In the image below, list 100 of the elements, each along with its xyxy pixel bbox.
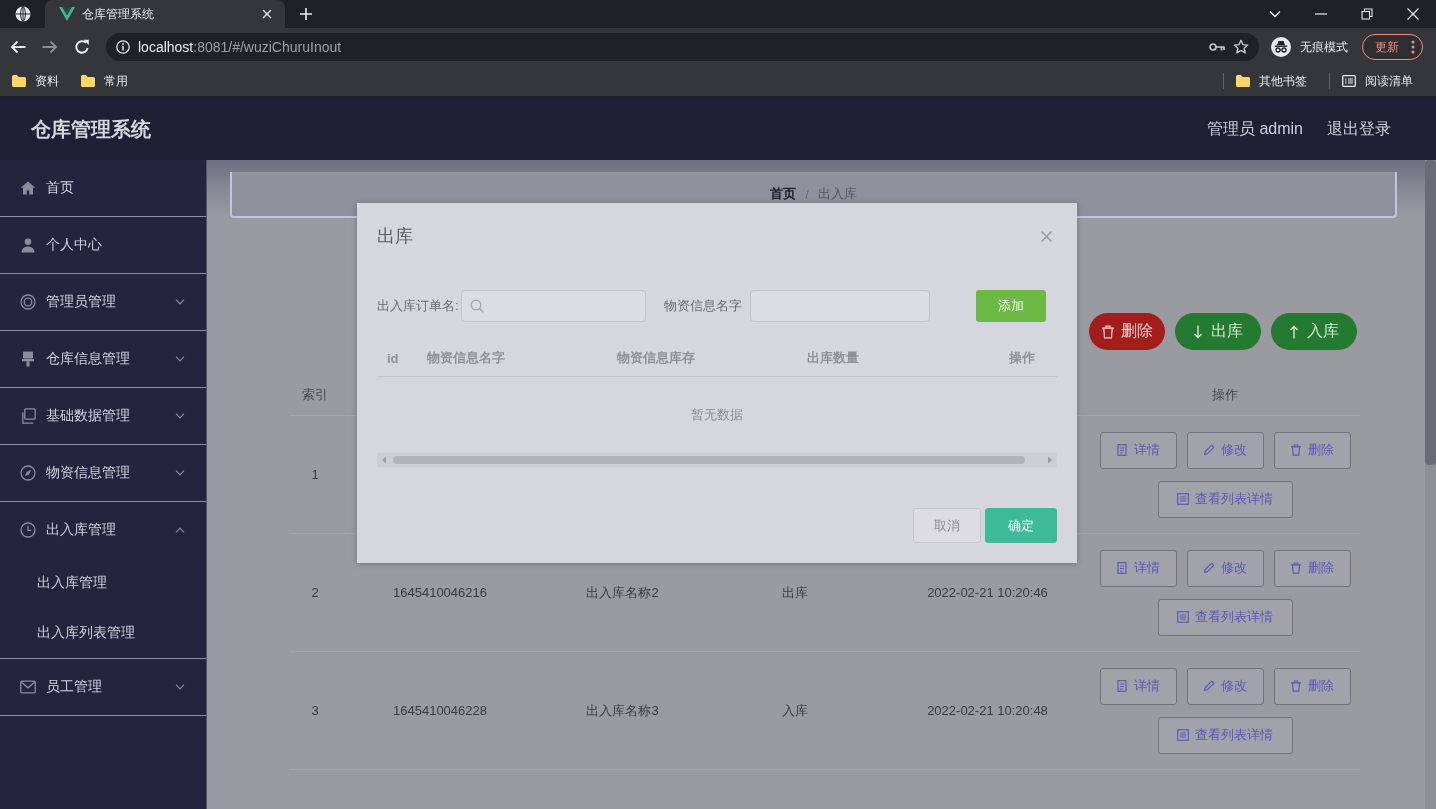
address-bar[interactable]: localhost:8081/#/wuziChuruInout <box>106 33 1259 61</box>
menu-item[interactable]: 个人中心 <box>0 217 206 273</box>
chevron-down-icon[interactable] <box>175 470 185 476</box>
dialog-title: 出库 <box>377 225 413 248</box>
forward-icon[interactable] <box>42 40 58 54</box>
ring-icon <box>20 294 36 310</box>
search-icon <box>469 299 484 313</box>
more-icon <box>1411 40 1415 54</box>
column-header: 操作 <box>1212 386 1238 404</box>
menu-item[interactable]: 基础数据管理 <box>0 388 206 444</box>
chevron-down-icon[interactable] <box>175 356 185 362</box>
table-cell: 2022-02-21 10:20:48 <box>927 703 1048 718</box>
menu-item[interactable]: 管理员管理 <box>0 274 206 330</box>
trash-icon <box>1290 680 1302 692</box>
pen-icon <box>1203 680 1215 692</box>
menu-item[interactable]: 物资信息管理 <box>0 445 206 501</box>
folder-icon <box>1236 75 1250 87</box>
field-label: 物资信息名字 <box>663 297 742 315</box>
update-button[interactable]: 更新 <box>1362 34 1423 60</box>
reading-list-icon <box>1342 75 1356 87</box>
toolbar-button[interactable]: 出库 <box>1175 313 1261 350</box>
chevron-down-icon[interactable] <box>175 299 185 305</box>
submenu-item[interactable]: 出入库管理 <box>0 558 206 608</box>
mail-icon <box>20 680 36 694</box>
reload-icon[interactable] <box>74 39 90 55</box>
v-logo-icon <box>59 7 75 21</box>
table-cell: 1 <box>311 467 319 482</box>
app-title: 仓库管理系统 <box>31 116 151 142</box>
table-cell: 2 <box>311 585 319 600</box>
list-icon <box>1177 729 1189 741</box>
bookmark-folder[interactable]: 常用 <box>75 69 134 93</box>
menu-item[interactable]: 首页 <box>0 160 206 216</box>
menu-item[interactable]: 员工管理 <box>0 659 206 715</box>
pen-icon <box>1203 444 1215 456</box>
table-cell: 入库 <box>782 701 808 720</box>
scrollbar[interactable] <box>377 453 1057 467</box>
breadcrumb-link[interactable]: 首页 <box>770 185 797 203</box>
info-icon[interactable] <box>116 40 130 54</box>
table-cell: 1645410046216 <box>393 585 487 600</box>
scrollbar[interactable] <box>1425 160 1436 809</box>
key-icon[interactable] <box>1209 42 1225 52</box>
copy-icon <box>20 408 36 424</box>
column-header: 出库数量 <box>807 349 860 367</box>
submenu-item[interactable]: 出入库列表管理 <box>0 608 206 658</box>
bookmark-folder[interactable]: 其他书签 <box>1230 69 1313 93</box>
toolbar-button[interactable]: 入库 <box>1271 313 1357 350</box>
plus-icon[interactable] <box>299 7 313 21</box>
reading-list-button[interactable]: 阅读清单 <box>1336 69 1419 93</box>
column-header: 物资信息库存 <box>617 349 696 367</box>
table-cell: 出库 <box>782 583 808 602</box>
globe-icon <box>14 6 31 22</box>
folder-icon <box>12 75 26 87</box>
arrow-down-icon <box>1193 324 1203 339</box>
delete-button[interactable]: 删除 <box>1089 313 1165 350</box>
user-label: 管理员 admin <box>1206 118 1303 139</box>
table-cell: 出入库名称3 <box>586 701 659 720</box>
breadcrumb-separator: / <box>805 186 809 202</box>
trash-icon <box>1290 444 1302 456</box>
search-field[interactable] <box>460 290 646 322</box>
menu-item[interactable]: 仓库信息管理 <box>0 331 206 387</box>
column-header: 操作 <box>1009 349 1036 367</box>
document-icon <box>1116 680 1128 692</box>
column-header: 索引 <box>302 386 328 404</box>
trash-icon <box>1101 324 1115 339</box>
table-cell: 2022-02-21 10:20:46 <box>927 585 1048 600</box>
column-header: id <box>387 350 400 366</box>
document-icon <box>1116 562 1128 574</box>
chevron-up-icon[interactable] <box>175 527 185 533</box>
pen-icon <box>1203 562 1215 574</box>
stamp-icon <box>20 351 36 367</box>
browser-tab[interactable]: 仓库管理系统 <box>45 0 285 28</box>
logout-link[interactable]: 退出登录 <box>1327 118 1391 140</box>
folder-icon <box>81 75 95 87</box>
breadcrumb-current: 出入库 <box>817 185 857 203</box>
table-cell: 1645410046228 <box>393 703 487 718</box>
chevron-down-icon[interactable] <box>175 684 185 690</box>
table-cell: 3 <box>311 703 319 718</box>
user-icon <box>20 237 36 253</box>
document-icon <box>1116 444 1128 456</box>
restore-icon[interactable] <box>1361 8 1373 20</box>
list-icon <box>1177 493 1189 505</box>
menu-item[interactable]: 出入库管理 <box>0 502 206 558</box>
chevron-down-icon[interactable] <box>175 413 185 419</box>
incognito-icon[interactable] <box>1271 37 1291 57</box>
star-icon[interactable] <box>1233 39 1249 55</box>
bookmark-folder[interactable]: 资料 <box>6 69 65 93</box>
arrow-up-icon <box>1289 324 1299 339</box>
empty-text: 暂无数据 <box>691 406 743 424</box>
back-icon[interactable] <box>10 40 26 54</box>
trash-icon <box>1290 562 1302 574</box>
clock-icon <box>20 522 36 538</box>
list-icon <box>1177 611 1189 623</box>
table-cell: 出入库名称2 <box>586 583 659 602</box>
home-icon <box>20 180 36 196</box>
input-field[interactable] <box>749 290 930 322</box>
profile-label: 无痕模式 <box>1300 38 1348 56</box>
field-label: 出入库订单名: <box>377 297 459 315</box>
column-header: 物资信息名字 <box>427 349 506 367</box>
compass-icon <box>20 465 36 481</box>
url-text: localhost:8081/#/wuziChuruInout <box>138 39 343 55</box>
